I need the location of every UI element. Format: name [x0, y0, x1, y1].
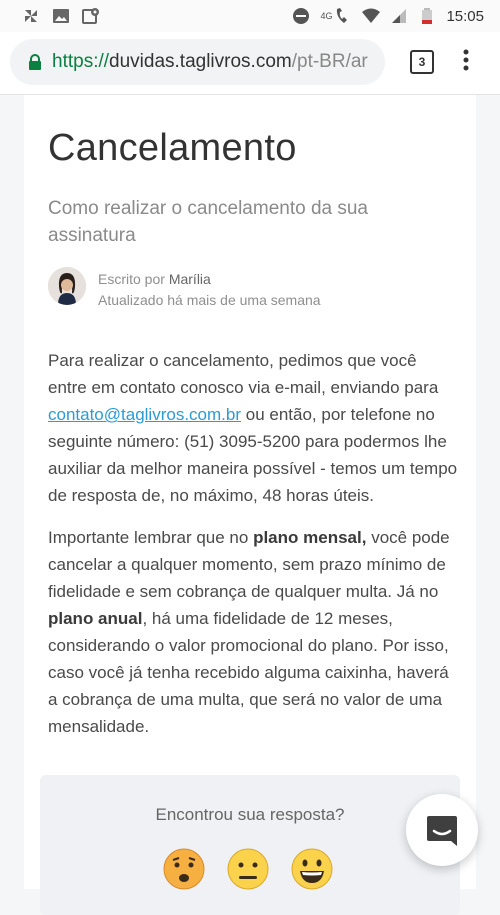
p2-text-a: Importante lembrar que no: [48, 528, 249, 547]
feedback-question: Encontrou sua resposta?: [155, 805, 345, 824]
url-host: duvidas.taglivros.com: [109, 51, 292, 72]
article-subtitle: Como realizar o cancelamento da sua assi…: [48, 198, 369, 246]
tab-switcher-button[interactable]: 3: [410, 50, 434, 74]
browser-toolbar: https://duvidas.taglivros.com/pt-BR/ar 3: [0, 32, 500, 95]
author-line: Escrito por Marília: [98, 269, 321, 290]
pinwheel-icon: [25, 10, 37, 22]
bold-annual-plan: plano anual: [48, 609, 143, 628]
address-bar[interactable]: https://duvidas.taglivros.com/pt-BR/ar: [10, 39, 385, 85]
do-not-disturb-icon: [293, 8, 310, 24]
feedback-card: Encontrou sua resposta?: [40, 775, 460, 915]
article-container: Cancelamento Como realizar o cancelament…: [24, 95, 476, 915]
chat-bubble-icon: [427, 816, 457, 846]
neutral-face-icon[interactable]: [226, 847, 270, 891]
url-scheme: https://: [52, 51, 110, 72]
author-meta: Escrito por Marília Atualizado há mais d…: [98, 269, 321, 311]
updated-text: Atualizado há mais de uma semana: [98, 292, 321, 308]
signal-icon: [392, 9, 407, 23]
status-bar: 4G 15:05: [0, 0, 500, 32]
author-prefix: Escrito por: [98, 271, 165, 287]
lock-icon: [29, 54, 41, 70]
battery-low-icon: [422, 8, 433, 24]
network-type: 4G: [320, 11, 333, 21]
more-options-icon[interactable]: [462, 48, 470, 72]
url-text: https://duvidas.taglivros.com/pt-BR/ar: [52, 51, 368, 73]
image-icon: [53, 9, 69, 23]
location-image-icon: [82, 8, 99, 24]
paragraph: Importante lembrar que no plano mensal, …: [48, 524, 458, 740]
reaction-group: [162, 847, 334, 891]
author-name: Marília: [168, 271, 211, 287]
email-link[interactable]: contato@taglivros.com.br: [48, 405, 241, 424]
bold-monthly-plan: plano mensal,: [253, 528, 367, 547]
wifi-icon: [362, 8, 381, 23]
avatar: [48, 267, 86, 305]
p1-text-a: Para realizar o cancelamento, pedimos qu…: [48, 351, 439, 397]
p2-text-c: , há uma fidelidade de 12 meses, conside…: [48, 609, 449, 736]
tab-count: 3: [418, 55, 426, 69]
clock: 15:05: [446, 7, 484, 25]
author-info: Escrito por Marília Atualizado há mais d…: [48, 267, 321, 311]
phone-wifi-icon: [337, 8, 348, 23]
article-body: Para realizar o cancelamento, pedimos qu…: [48, 347, 458, 755]
page-title: Cancelamento: [48, 127, 297, 169]
sad-face-icon[interactable]: [162, 847, 206, 891]
chat-launcher-button[interactable]: [406, 794, 478, 866]
smiley-face-icon[interactable]: [290, 847, 334, 891]
paragraph: Para realizar o cancelamento, pedimos qu…: [48, 347, 458, 509]
url-path: /pt-BR/ar: [291, 51, 368, 72]
